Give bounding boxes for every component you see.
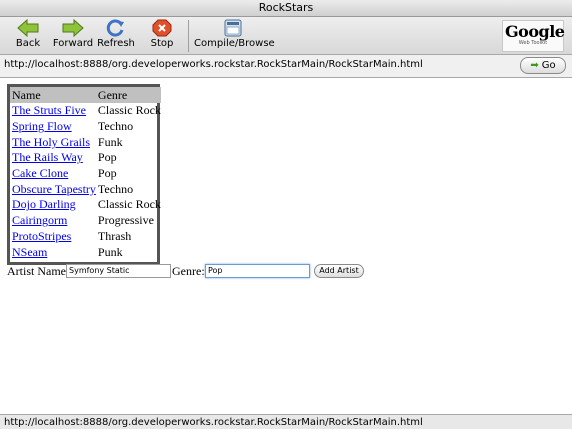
artist-link[interactable]: NSeam: [12, 245, 47, 259]
table-row: Cake Clone Pop: [10, 166, 161, 182]
refresh-icon: [106, 19, 124, 37]
genre-cell: Techno: [97, 119, 134, 134]
genre-label: Genre:: [172, 264, 205, 278]
artist-link[interactable]: The Rails Way: [12, 150, 83, 164]
genre-cell: Punk: [97, 244, 123, 259]
compile-browse-icon: [224, 19, 242, 37]
window-title: RockStars: [0, 0, 572, 17]
go-button[interactable]: ➡ Go: [520, 57, 566, 74]
table-row: Dojo Darling Classic Rock: [10, 197, 161, 213]
toolbar-separator: [188, 20, 189, 52]
genre-cell: Progressive: [97, 213, 154, 228]
address-bar: http://localhost:8888/org.developerworks…: [0, 55, 572, 78]
page-content: Name Genre The Struts Five Classic Rock S…: [0, 78, 572, 414]
status-bar: http://localhost:8888/org.developerworks…: [0, 414, 572, 429]
back-arrow-icon: [17, 19, 39, 37]
forward-button[interactable]: Forward: [52, 17, 94, 54]
stop-icon: [152, 19, 172, 37]
genre-cell: Pop: [97, 150, 117, 165]
column-header-genre: Genre: [95, 87, 161, 103]
logo-text: Google: [505, 22, 565, 41]
stop-label: Stop: [150, 38, 174, 49]
back-button[interactable]: Back: [8, 17, 48, 54]
google-web-toolkit-logo: Google Web Toolkit: [502, 20, 565, 52]
genre-cell: Funk: [97, 134, 123, 149]
genre-cell: Thrash: [97, 228, 132, 243]
artist-link[interactable]: Spring Flow: [12, 119, 72, 133]
table-row: Cairingorm Progressive: [10, 213, 161, 229]
toolbar: Back Forward Refresh Stop Compile/Browse: [0, 17, 572, 55]
table-row: NSeam Punk: [10, 244, 161, 260]
compile-browse-button[interactable]: Compile/Browse: [194, 17, 275, 54]
add-artist-button[interactable]: Add Artist: [314, 264, 364, 278]
table-row: The Struts Five Classic Rock: [10, 103, 161, 119]
genre-cell: Classic Rock: [97, 103, 161, 118]
artist-link[interactable]: Cairingorm: [12, 213, 67, 227]
stop-button[interactable]: Stop: [145, 17, 179, 54]
table-row: The Holy Grails Funk: [10, 134, 161, 150]
artist-link[interactable]: The Struts Five: [12, 103, 86, 117]
artist-link[interactable]: The Holy Grails: [12, 135, 90, 149]
refresh-label: Refresh: [97, 38, 135, 49]
column-header-name: Name: [10, 87, 96, 103]
artist-name-label: Artist Name:: [7, 264, 70, 278]
artist-table: Name Genre The Struts Five Classic Rock S…: [10, 87, 161, 260]
refresh-button[interactable]: Refresh: [97, 17, 135, 54]
back-label: Back: [15, 38, 41, 49]
genre-input[interactable]: Pop: [205, 264, 310, 278]
go-label: Go: [541, 60, 556, 71]
artist-name-input[interactable]: Symfony Static: [66, 264, 171, 278]
genre-cell: Techno: [97, 181, 134, 196]
artist-link[interactable]: ProtoStripes: [12, 229, 71, 243]
artist-link[interactable]: Dojo Darling: [12, 197, 76, 211]
table-row: ProtoStripes Thrash: [10, 229, 161, 245]
artist-link[interactable]: Obscure Tapestry: [12, 182, 96, 196]
logo-subtitle: Web Toolkit: [518, 40, 548, 46]
table-row: Spring Flow Techno: [10, 119, 161, 135]
genre-cell: Classic Rock: [97, 197, 161, 212]
table-row: Obscure Tapestry Techno: [10, 181, 161, 197]
go-arrow-icon: ➡: [530, 60, 539, 71]
artist-link[interactable]: Cake Clone: [12, 166, 68, 180]
table-header-row: Name Genre: [10, 87, 161, 103]
compile-browse-label: Compile/Browse: [194, 38, 275, 49]
table-row: The Rails Way Pop: [10, 150, 161, 166]
genre-cell: Pop: [97, 166, 117, 181]
artist-table-frame: Name Genre The Struts Five Classic Rock S…: [7, 84, 161, 265]
forward-arrow-icon: [62, 19, 84, 37]
url-field[interactable]: http://localhost:8888/org.developerworks…: [4, 59, 423, 70]
forward-label: Forward: [52, 38, 94, 49]
